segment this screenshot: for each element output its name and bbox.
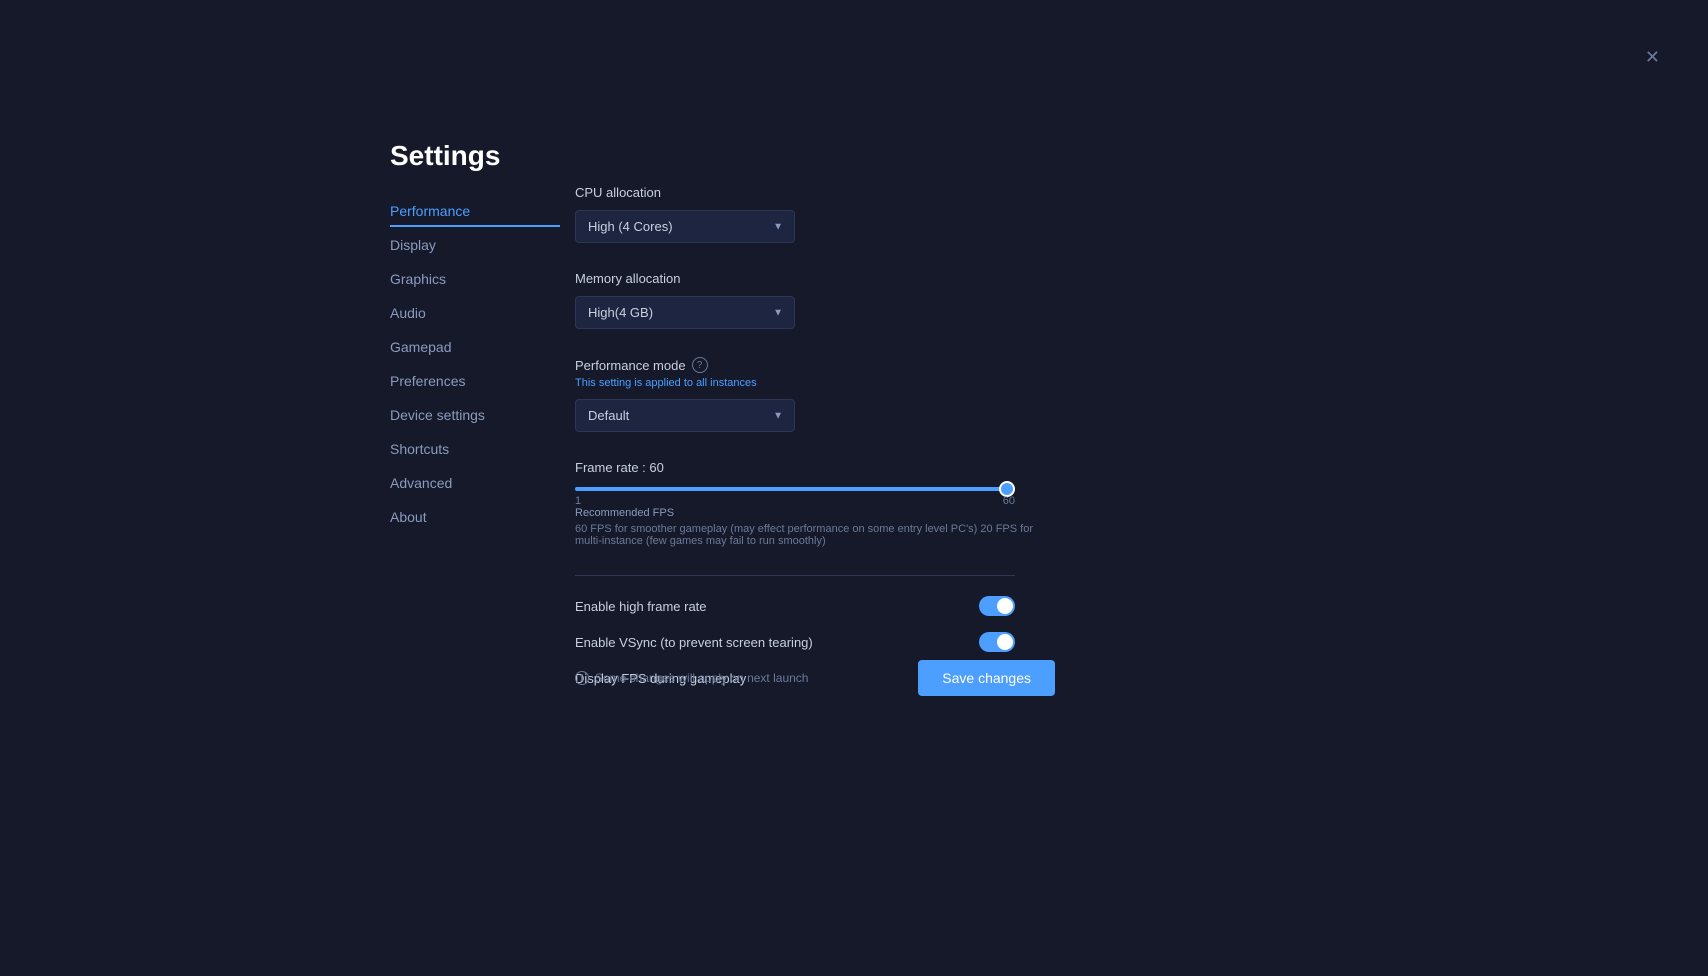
performance-mode-hint: This setting is applied to all instances bbox=[575, 377, 1055, 389]
high-frame-rate-toggle-knob bbox=[997, 598, 1013, 614]
performance-mode-dropdown-wrapper: Default Power saving High performance ▼ bbox=[575, 399, 795, 432]
recommended-fps-title: Recommended FPS bbox=[575, 507, 1055, 519]
memory-allocation-dropdown[interactable]: Low(1 GB) Medium(2 GB) High(4 GB) Ultra(… bbox=[575, 296, 795, 329]
close-button[interactable]: ✕ bbox=[1645, 48, 1660, 66]
high-frame-rate-toggle[interactable] bbox=[979, 596, 1015, 616]
high-frame-rate-label: Enable high frame rate bbox=[575, 599, 707, 614]
sidebar: Performance Display Graphics Audio Gamep… bbox=[390, 195, 560, 533]
frame-rate-section: Frame rate : 60 1 60 Recommended FPS 60 … bbox=[575, 460, 1055, 547]
toggle-row-vsync: Enable VSync (to prevent screen tearing) bbox=[575, 632, 1015, 652]
memory-allocation-label: Memory allocation bbox=[575, 271, 1055, 286]
save-changes-button[interactable]: Save changes bbox=[918, 660, 1055, 696]
frame-rate-label: Frame rate : 60 bbox=[575, 460, 1055, 475]
cpu-allocation-dropdown-wrapper: Low (1 Core) Medium (2 Cores) High (4 Co… bbox=[575, 210, 795, 243]
sidebar-item-audio[interactable]: Audio bbox=[390, 297, 560, 329]
performance-mode-help-icon[interactable]: ? bbox=[692, 357, 708, 373]
sidebar-item-advanced[interactable]: Advanced bbox=[390, 467, 560, 499]
vsync-label: Enable VSync (to prevent screen tearing) bbox=[575, 635, 813, 650]
sidebar-item-gamepad[interactable]: Gamepad bbox=[390, 331, 560, 363]
sidebar-item-display[interactable]: Display bbox=[390, 229, 560, 261]
performance-mode-label: Performance mode bbox=[575, 358, 686, 373]
sidebar-item-device-settings[interactable]: Device settings bbox=[390, 399, 560, 431]
footer: ℹ Some changes will apply on next launch… bbox=[575, 660, 1055, 696]
cpu-allocation-section: CPU allocation Low (1 Core) Medium (2 Co… bbox=[575, 185, 1055, 243]
memory-allocation-section: Memory allocation Low(1 GB) Medium(2 GB)… bbox=[575, 271, 1055, 329]
vsync-toggle-knob bbox=[997, 634, 1013, 650]
sidebar-item-performance[interactable]: Performance bbox=[390, 195, 560, 227]
footer-hint: ℹ Some changes will apply on next launch bbox=[575, 671, 808, 685]
footer-hint-text: Some changes will apply on next launch bbox=[595, 671, 808, 685]
memory-allocation-dropdown-wrapper: Low(1 GB) Medium(2 GB) High(4 GB) Ultra(… bbox=[575, 296, 795, 329]
frame-rate-slider[interactable] bbox=[575, 487, 1015, 491]
divider bbox=[575, 575, 1015, 576]
performance-mode-dropdown[interactable]: Default Power saving High performance bbox=[575, 399, 795, 432]
vsync-toggle[interactable] bbox=[979, 632, 1015, 652]
fps-info: Recommended FPS 60 FPS for smoother game… bbox=[575, 507, 1055, 547]
footer-info-icon: ℹ bbox=[575, 671, 589, 685]
slider-min-label: 1 bbox=[575, 495, 581, 507]
sidebar-item-shortcuts[interactable]: Shortcuts bbox=[390, 433, 560, 465]
sidebar-item-preferences[interactable]: Preferences bbox=[390, 365, 560, 397]
sidebar-item-graphics[interactable]: Graphics bbox=[390, 263, 560, 295]
performance-mode-header: Performance mode ? bbox=[575, 357, 1055, 373]
cpu-allocation-dropdown[interactable]: Low (1 Core) Medium (2 Cores) High (4 Co… bbox=[575, 210, 795, 243]
slider-max-label: 60 bbox=[1003, 495, 1015, 507]
recommended-fps-text: 60 FPS for smoother gameplay (may effect… bbox=[575, 523, 1055, 547]
page-title: Settings bbox=[390, 140, 500, 172]
performance-mode-section: Performance mode ? This setting is appli… bbox=[575, 357, 1055, 432]
main-content: CPU allocation Low (1 Core) Medium (2 Co… bbox=[575, 185, 1055, 704]
sidebar-item-about[interactable]: About bbox=[390, 501, 560, 533]
toggle-row-high-frame-rate: Enable high frame rate bbox=[575, 596, 1015, 616]
cpu-allocation-label: CPU allocation bbox=[575, 185, 1055, 200]
